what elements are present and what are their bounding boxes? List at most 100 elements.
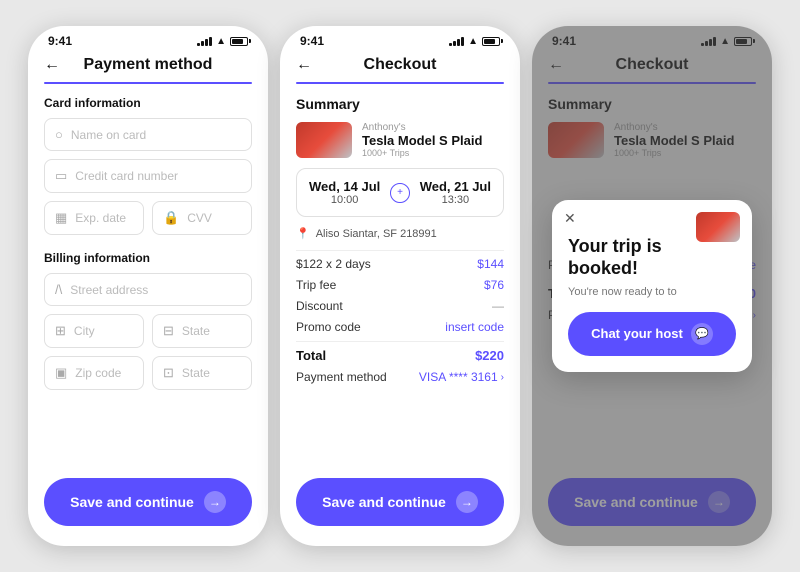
- city-state-row: ⊞ City ⊟ State: [44, 314, 252, 356]
- card-number-input[interactable]: ▭ Credit card number: [44, 159, 252, 193]
- promo-val[interactable]: insert code: [445, 320, 504, 334]
- bottom-btn-area-2: Save and continue →: [280, 468, 520, 546]
- phone-payment: 9:41 ▲ ← Payment method Card information…: [28, 26, 268, 546]
- bottom-btn-area-1: Save and continue →: [28, 468, 268, 546]
- promo-label: Promo code: [296, 320, 361, 334]
- signal-icon: [197, 37, 212, 46]
- name-placeholder: Name on card: [71, 128, 146, 142]
- card-number-placeholder: Credit card number: [75, 169, 178, 183]
- date-arrow-icon: +: [390, 183, 410, 203]
- save-continue-button-1[interactable]: Save and continue →: [44, 478, 252, 526]
- end-time: 13:30: [420, 194, 491, 206]
- status-bar-1: 9:41 ▲: [28, 26, 268, 52]
- modal-close-button[interactable]: ✕: [564, 210, 576, 227]
- car-card-2: Anthony's Tesla Model S Plaid 1000+ Trip…: [296, 122, 504, 158]
- lock-icon: 🔒: [163, 210, 179, 226]
- back-button-2[interactable]: ←: [296, 56, 312, 74]
- modal-subtitle: You're now ready to to: [568, 286, 736, 298]
- start-time: 10:00: [309, 194, 380, 206]
- save-btn-label-1: Save and continue: [70, 494, 194, 510]
- state2-placeholder: State: [182, 366, 210, 380]
- base-price-row: $122 x 2 days $144: [296, 257, 504, 271]
- battery-icon: [230, 37, 248, 46]
- state2-icon: ⊡: [163, 365, 174, 381]
- cvv-input[interactable]: 🔒 CVV: [152, 201, 252, 235]
- total-label: Total: [296, 348, 326, 363]
- time-2: 9:41: [300, 34, 324, 48]
- divider-2: [296, 341, 504, 342]
- payment-val-text-2: VISA **** 3161: [419, 370, 498, 384]
- exp-date-input[interactable]: ▦ Exp. date: [44, 201, 144, 235]
- payment-val-2[interactable]: VISA **** 3161 ›: [419, 370, 504, 384]
- car-image-2: [296, 122, 352, 158]
- total-val: $220: [475, 348, 504, 363]
- arrow-right-icon-2: →: [456, 491, 478, 513]
- street-input[interactable]: /\ Street address: [44, 273, 252, 306]
- car-info-2: Anthony's Tesla Model S Plaid 1000+ Trip…: [362, 122, 482, 158]
- phone-content-1: Card information ○ Name on card ▭ Credit…: [28, 84, 268, 468]
- zip-state-row: ▣ Zip code ⊡ State: [44, 356, 252, 398]
- arrow-right-icon-1: →: [204, 491, 226, 513]
- card-icon: ▭: [55, 168, 67, 184]
- chat-icon: 💬: [691, 323, 713, 345]
- booking-modal-card: ✕ Your trip is booked! You're now ready …: [552, 200, 752, 371]
- discount-label: Discount: [296, 299, 343, 313]
- card-section-label: Card information: [44, 96, 252, 110]
- exp-cvv-row: ▦ Exp. date 🔒 CVV: [44, 201, 252, 243]
- exp-placeholder: Exp. date: [75, 211, 126, 225]
- street-placeholder: Street address: [70, 283, 148, 297]
- phone-header-2: ← Checkout: [280, 52, 520, 82]
- modal-car-image: [696, 212, 740, 242]
- chat-btn-label: Chat your host: [591, 326, 683, 341]
- back-button-1[interactable]: ←: [44, 56, 60, 74]
- phone-header-1: ← Payment method: [28, 52, 268, 82]
- city-icon: ⊞: [55, 323, 66, 339]
- phone-checkout: 9:41 ▲ ← Checkout Summary Anthony's: [280, 26, 520, 546]
- battery-icon-2: [482, 37, 500, 46]
- zip-input[interactable]: ▣ Zip code: [44, 356, 144, 390]
- fee-val: $76: [484, 278, 504, 292]
- zip-icon: ▣: [55, 365, 67, 381]
- total-row: Total $220: [296, 348, 504, 363]
- car-name-2: Tesla Model S Plaid: [362, 133, 482, 148]
- booking-modal-overlay: ✕ Your trip is booked! You're now ready …: [532, 26, 772, 546]
- zip-placeholder: Zip code: [75, 366, 121, 380]
- state-input[interactable]: ⊟ State: [152, 314, 252, 348]
- location-icon-2: 📍: [296, 227, 310, 240]
- wifi-icon-2: ▲: [468, 36, 478, 47]
- divider-1: [296, 250, 504, 251]
- end-date: Wed, 21 Jul: [420, 179, 491, 194]
- phone-booked-wrapper: 9:41 ▲ ← Checkout Summary: [532, 26, 772, 546]
- base-label: $122 x 2 days: [296, 257, 371, 271]
- page-title-1: Payment method: [44, 56, 252, 74]
- fee-row: Trip fee $76: [296, 278, 504, 292]
- calendar-icon: ▦: [55, 210, 67, 226]
- phone-content-2: Summary Anthony's Tesla Model S Plaid 10…: [280, 84, 520, 468]
- discount-row: Discount —: [296, 299, 504, 313]
- chat-host-button[interactable]: Chat your host 💬: [568, 312, 736, 356]
- base-val: $144: [477, 257, 504, 271]
- name-on-card-input[interactable]: ○ Name on card: [44, 118, 252, 151]
- wifi-icon: ▲: [216, 36, 226, 47]
- city-input[interactable]: ⊞ City: [44, 314, 144, 348]
- save-continue-button-2[interactable]: Save and continue →: [296, 478, 504, 526]
- promo-row: Promo code insert code: [296, 320, 504, 334]
- status-icons-1: ▲: [197, 36, 248, 47]
- status-bar-2: 9:41 ▲: [280, 26, 520, 52]
- status-icons-2: ▲: [449, 36, 500, 47]
- street-icon: /\: [55, 282, 62, 297]
- state-icon: ⊟: [163, 323, 174, 339]
- car-trips-2: 1000+ Trips: [362, 148, 482, 158]
- car-image-inner-2: [296, 122, 352, 158]
- discount-val: —: [492, 299, 504, 313]
- state2-input[interactable]: ⊡ State: [152, 356, 252, 390]
- date-row-2: Wed, 14 Jul 10:00 + Wed, 21 Jul 13:30: [296, 168, 504, 217]
- person-icon: ○: [55, 127, 63, 142]
- car-owner-2: Anthony's: [362, 122, 482, 133]
- location-row-2: 📍 Aliso Siantar, SF 218991: [296, 227, 504, 240]
- start-date-block: Wed, 14 Jul 10:00: [309, 179, 380, 206]
- signal-icon-2: [449, 37, 464, 46]
- location-text-2: Aliso Siantar, SF 218991: [316, 228, 437, 240]
- payment-label-2: Payment method: [296, 370, 387, 384]
- billing-section-label: Billing information: [44, 251, 252, 265]
